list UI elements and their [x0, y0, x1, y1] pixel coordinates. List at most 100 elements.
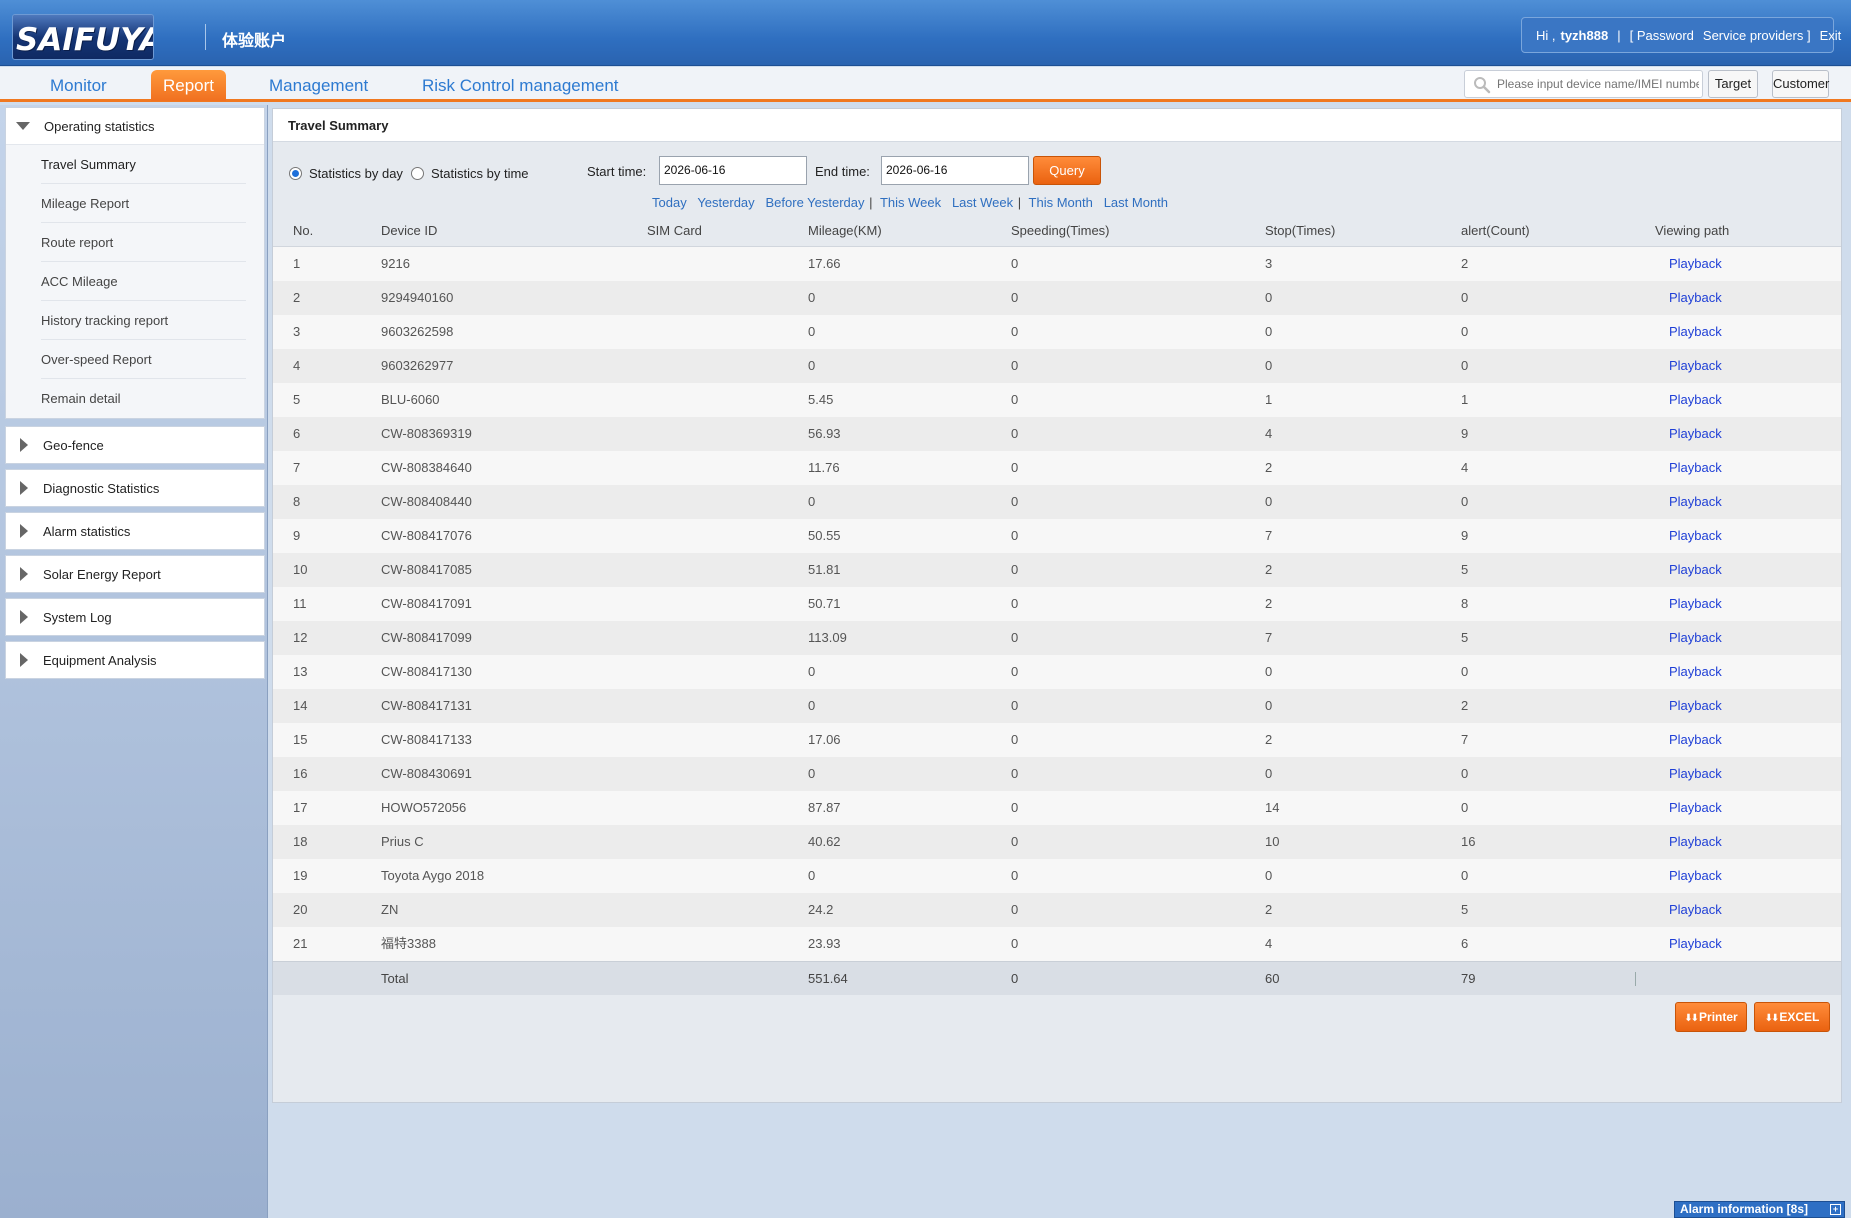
start-time-input[interactable]: 2026-06-16 [659, 156, 807, 185]
sidebar-group-equipment[interactable]: Equipment Analysis [5, 641, 265, 679]
playback-link[interactable]: Playback [1669, 247, 1722, 281]
cell-mileage: 40.62 [808, 834, 841, 849]
sidebar-group-header[interactable]: Operating statistics [6, 108, 264, 144]
playback-link[interactable]: Playback [1669, 383, 1722, 417]
sidebar-group-system-log[interactable]: System Log [5, 598, 265, 636]
playback-link[interactable]: Playback [1669, 893, 1722, 927]
cell-speeding: 0 [1011, 732, 1019, 747]
sidebar-item-route-report[interactable]: Route report [41, 223, 246, 262]
cell-no: 6 [293, 426, 301, 441]
cell-mileage: 87.87 [808, 800, 841, 815]
caret-right-icon [20, 524, 28, 538]
total-label: Total [381, 971, 409, 986]
cell-device-id: 9294940160 [381, 290, 454, 305]
cell-mileage: 5.45 [808, 392, 834, 407]
exit-link[interactable]: Exit [1820, 28, 1842, 43]
quick-before-yesterday[interactable]: Before Yesterday [766, 195, 865, 210]
device-search [1464, 70, 1703, 98]
customer-button[interactable]: Customer [1772, 70, 1829, 98]
password-link[interactable]: [ Password [1630, 28, 1694, 43]
header-divider [205, 24, 206, 50]
sidebar-group-geo-fence[interactable]: Geo-fence [5, 426, 265, 464]
sidebar-group-alarm[interactable]: Alarm statistics [5, 512, 265, 550]
table-row: 20 ZN 24.2 0 2 5 Playback [273, 893, 1841, 927]
cell-no: 14 [293, 698, 308, 713]
playback-link[interactable]: Playback [1669, 281, 1722, 315]
quick-range-links: Today Yesterday Before Yesterday | This … [652, 195, 1168, 210]
cell-no: 18 [293, 834, 308, 849]
sidebar-group-title: Equipment Analysis [43, 652, 157, 668]
quick-this-week[interactable]: This Week [880, 195, 941, 210]
target-button[interactable]: Target [1708, 70, 1758, 98]
cell-no: 3 [293, 324, 301, 339]
quick-this-month[interactable]: This Month [1029, 195, 1093, 210]
quick-last-week[interactable]: Last Week [952, 195, 1013, 210]
printer-button[interactable]: ⬇⬇ Printer [1675, 1002, 1747, 1032]
playback-link[interactable]: Playback [1669, 791, 1722, 825]
playback-link[interactable]: Playback [1669, 757, 1722, 791]
playback-link[interactable]: Playback [1669, 621, 1722, 655]
search-input[interactable] [1497, 74, 1699, 94]
tab-monitor[interactable]: Monitor [38, 70, 119, 101]
sidebar-item-history-tracking[interactable]: History tracking report [41, 301, 246, 340]
cell-speeding: 0 [1011, 392, 1019, 407]
tab-risk-control[interactable]: Risk Control management [410, 70, 631, 101]
service-providers-link[interactable]: Service providers ] [1703, 28, 1811, 43]
total-stop: 60 [1265, 971, 1280, 986]
playback-link[interactable]: Playback [1669, 859, 1722, 893]
end-time-input[interactable]: 2026-06-16 [881, 156, 1029, 185]
quick-today[interactable]: Today [652, 195, 687, 210]
playback-link[interactable]: Playback [1669, 315, 1722, 349]
playback-link[interactable]: Playback [1669, 587, 1722, 621]
cell-device-id: CW-808417085 [381, 562, 472, 577]
sidebar-item-over-speed[interactable]: Over-speed Report [41, 340, 246, 379]
cell-mileage: 0 [808, 324, 816, 339]
cell-mileage: 17.66 [808, 256, 841, 271]
playback-link[interactable]: Playback [1669, 723, 1722, 757]
sidebar-item-travel-summary[interactable]: Travel Summary [41, 145, 246, 184]
query-button[interactable]: Query [1033, 156, 1101, 185]
sidebar-group-diagnostic[interactable]: Diagnostic Statistics [5, 469, 265, 507]
excel-button[interactable]: ⬇⬇ EXCEL [1754, 1002, 1830, 1032]
playback-link[interactable]: Playback [1669, 825, 1722, 859]
alarm-info-bar[interactable]: Alarm information [8s] + [1674, 1201, 1845, 1218]
playback-link[interactable]: Playback [1669, 553, 1722, 587]
playback-link[interactable]: Playback [1669, 655, 1722, 689]
tab-management[interactable]: Management [257, 70, 380, 101]
playback-link[interactable]: Playback [1669, 485, 1722, 519]
cell-mileage: 23.93 [808, 936, 841, 951]
playback-link[interactable]: Playback [1669, 349, 1722, 383]
tab-report[interactable]: Report [151, 70, 227, 101]
radio-by-day[interactable] [289, 167, 302, 180]
travel-summary-table: No. Device ID SIM Card Mileage(KM) Speed… [273, 215, 1841, 995]
sidebar-group-solar[interactable]: Solar Energy Report [5, 555, 265, 593]
sidebar-item-mileage-report[interactable]: Mileage Report [41, 184, 246, 223]
main-nav: Monitor Report Management Risk Control m… [0, 67, 1851, 102]
cell-mileage: 113.09 [808, 630, 847, 645]
playback-link[interactable]: Playback [1669, 451, 1722, 485]
cell-stop: 3 [1265, 256, 1273, 271]
expand-icon[interactable]: + [1830, 1204, 1841, 1215]
caret-right-icon [20, 610, 28, 624]
cell-alert: 1 [1461, 392, 1469, 407]
cell-device-id: 福特3388 [381, 936, 436, 951]
quick-last-month[interactable]: Last Month [1104, 195, 1168, 210]
cell-stop: 0 [1265, 664, 1273, 679]
playback-link[interactable]: Playback [1669, 519, 1722, 553]
cell-stop: 2 [1265, 460, 1273, 475]
table-row: 21 福特3388 23.93 0 4 6 Playback [273, 927, 1841, 961]
cell-speeding: 0 [1011, 800, 1019, 815]
quick-yesterday[interactable]: Yesterday [697, 195, 754, 210]
cell-stop: 2 [1265, 902, 1273, 917]
radio-by-time[interactable] [411, 167, 424, 180]
sidebar-item-remain-detail[interactable]: Remain detail [41, 379, 246, 418]
sidebar-item-list: Travel Summary Mileage Report Route repo… [6, 144, 264, 418]
playback-link[interactable]: Playback [1669, 927, 1722, 961]
printer-label: Printer [1699, 1010, 1738, 1024]
playback-link[interactable]: Playback [1669, 417, 1722, 451]
sidebar-group-title: System Log [43, 609, 112, 625]
sidebar-item-acc-mileage[interactable]: ACC Mileage [41, 262, 246, 301]
cell-alert: 5 [1461, 902, 1469, 917]
download-icon: ⬇⬇ [1764, 1013, 1780, 1024]
playback-link[interactable]: Playback [1669, 689, 1722, 723]
